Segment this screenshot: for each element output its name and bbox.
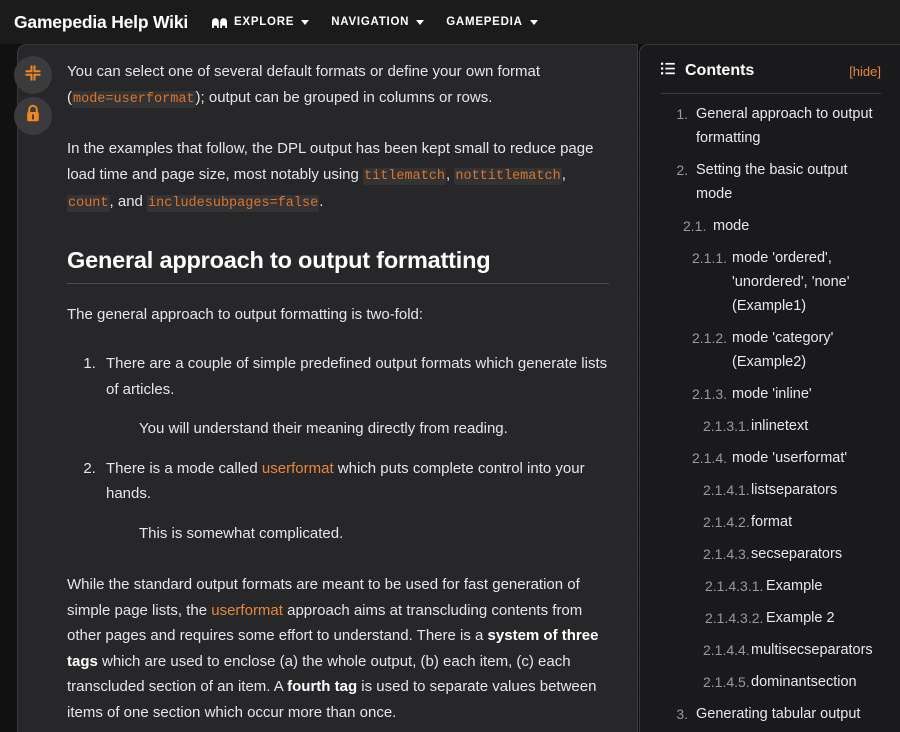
toc-item-number: 2.1.4.3. xyxy=(703,546,750,562)
paragraph-intro-2-text-d: , and xyxy=(109,193,148,210)
link-userformat-list[interactable]: userformat xyxy=(262,460,334,477)
article-body: You can select one of several default fo… xyxy=(18,59,637,732)
lock-icon xyxy=(24,104,42,129)
list-item-2-text-a: There is a mode called xyxy=(106,459,262,477)
toc-item-label: format xyxy=(751,514,793,530)
paragraph-intro-2-text-e: . xyxy=(319,193,324,210)
chevron-down-icon xyxy=(301,19,310,25)
toc-item-label: mode 'inline' xyxy=(732,386,812,402)
page-section-heading: General approach to output formatting xyxy=(67,247,609,284)
list-item-2-note: This is somewhat complicated. xyxy=(139,524,344,542)
chevron-down-icon xyxy=(416,19,425,25)
left-rail xyxy=(0,44,17,732)
toc-item[interactable]: 2. Setting the basic output mode xyxy=(661,158,886,206)
toc-item[interactable]: 2.1.4.1. listseparators xyxy=(661,478,886,502)
toc-item[interactable]: 2.1.3.1. inlinetext xyxy=(661,414,886,438)
gamepedia-arches-icon xyxy=(211,16,228,29)
toc-item-number: 2.1.3.1. xyxy=(703,418,750,434)
toc-item-label: General approach to output formatting xyxy=(696,106,873,146)
toc-item[interactable]: 2.1.4.2. format xyxy=(661,510,886,534)
toc-item-label: inlinetext xyxy=(751,418,809,434)
collapse-arrows-icon xyxy=(24,64,42,87)
toc-item-label: mode 'ordered', 'unordered', 'none' (Exa… xyxy=(732,250,850,314)
toc-item-number: 2.1.4.2. xyxy=(703,514,750,530)
toc-item[interactable]: 2.1. mode xyxy=(661,214,886,238)
toc-item-label: mode 'category' (Example2) xyxy=(732,330,834,370)
toc-item-label: Example 2 xyxy=(766,610,835,626)
toc-item-number: 2.1.4.3.2. xyxy=(705,610,764,626)
toc-item-label: mode xyxy=(713,218,750,234)
nav-item-gamepedia[interactable]: Gamepedia xyxy=(446,16,538,28)
toc-item[interactable]: 2.1.4.4. multisecseparators xyxy=(661,638,886,662)
toc-item[interactable]: 2.1.2. mode 'category' (Example2) xyxy=(661,326,886,374)
nav-item-navigation[interactable]: Navigation xyxy=(331,16,425,28)
wiki-title[interactable]: Gamepedia Help Wiki xyxy=(14,12,188,33)
toc-item-label: dominantsection xyxy=(751,674,857,690)
link-userformat-paragraph[interactable]: userformat xyxy=(211,602,283,619)
toc-item[interactable]: 3. Generating tabular output xyxy=(661,702,886,726)
toc-item-label: Example xyxy=(766,578,823,594)
code-titlematch: titlematch xyxy=(363,167,447,185)
collapse-sidebar-button[interactable] xyxy=(14,56,52,94)
toc-item-label: multisecseparators xyxy=(751,642,873,658)
list-item-1-text: There are a couple of simple predefined … xyxy=(106,355,608,398)
toc-item[interactable]: 2.1.4.3.1. Example xyxy=(661,574,886,598)
toc-header: Contents [hide] xyxy=(640,45,900,80)
toc-item-number: 2.1.3. xyxy=(692,386,728,402)
toc-item-number: 3. xyxy=(676,706,688,722)
toc-item[interactable]: 2.1.4.3.2. Example 2 xyxy=(661,606,886,630)
nav-item-explore[interactable]: Explore xyxy=(211,16,310,29)
page-root: Gamepedia Help Wiki Explore Navigation G… xyxy=(0,0,900,732)
paragraph-two-fold: The general approach to output formattin… xyxy=(67,305,424,323)
paragraph-intro-1: You can select one of several default fo… xyxy=(67,59,609,112)
approach-list: There are a couple of simple predefined … xyxy=(67,351,609,546)
code-nottitlematch: nottitlematch xyxy=(454,167,562,185)
chevron-down-icon xyxy=(529,19,538,25)
nav-item-navigation-label: Navigation xyxy=(331,16,410,28)
toc-hide-link[interactable]: [hide] xyxy=(849,64,881,79)
bullet-list-icon xyxy=(661,62,675,80)
toc-item[interactable]: 1. General approach to output formatting xyxy=(661,102,886,150)
top-navigation-bar: Gamepedia Help Wiki Explore Navigation G… xyxy=(0,0,900,44)
paragraph-intro-1-text-b: ); output can be grouped in columns or r… xyxy=(195,88,493,106)
toc-item-label: secseparators xyxy=(751,546,843,562)
toc-item-number: 2.1.4. xyxy=(692,450,728,466)
toc-item-number: 2.1. xyxy=(683,218,707,234)
toc-header-left: Contents xyxy=(661,62,754,80)
article-content-panel: You can select one of several default fo… xyxy=(17,44,638,732)
toc-item-label: Generating tabular output xyxy=(696,706,861,722)
toc-item[interactable]: 2.1.4.3. secseparators xyxy=(661,542,886,566)
toc-item[interactable]: 2.1.3. mode 'inline' xyxy=(661,382,886,406)
toc-item[interactable]: 2.1.4.5. dominantsection xyxy=(661,670,886,694)
list-item: There is a mode called userformat which … xyxy=(100,456,609,547)
code-includesubpages: includesubpages=false xyxy=(147,195,320,212)
toc-item[interactable]: 2.1.4. mode 'userformat' xyxy=(661,446,886,470)
toc-item-number: 1. xyxy=(676,106,688,122)
toc-item-label: mode 'userformat' xyxy=(732,450,848,466)
toc-item-label: listseparators xyxy=(751,482,838,498)
toc-item-number: 2.1.4.1. xyxy=(703,482,750,498)
toc-item-number: 2.1.2. xyxy=(692,330,728,346)
paragraph-intro-2-text-c: , xyxy=(561,165,566,183)
toc-title: Contents xyxy=(685,62,755,79)
toc-item-number: 2.1.1. xyxy=(692,250,728,266)
toc-item-number: 2.1.4.5. xyxy=(703,674,750,690)
toc-item[interactable]: 2.1.1. mode 'ordered', 'unordered', 'none… xyxy=(661,246,886,318)
table-of-contents-panel: Contents [hide] 1. General approach to ou… xyxy=(639,44,900,732)
toc-item-number: 2.1.4.4. xyxy=(703,642,750,658)
paragraph-userformat-explain: While the standard output formats are me… xyxy=(67,572,609,725)
bold-fourth-tag: fourth tag xyxy=(287,678,358,695)
lock-sidebar-button[interactable] xyxy=(14,97,52,135)
nav-item-explore-label: Explore xyxy=(234,16,295,28)
toc-item-number: 2.1.4.3.1. xyxy=(705,578,764,594)
list-item: There are a couple of simple predefined … xyxy=(100,351,609,442)
toc-list: 1. General approach to output formatting 2… xyxy=(640,94,900,732)
toc-item-number: 2. xyxy=(676,162,688,178)
toc-item-label: Setting the basic output mode xyxy=(696,162,848,202)
list-item-1-note: You will understand their meaning direct… xyxy=(139,420,508,437)
code-mode-userformat: mode=userformat xyxy=(72,90,196,108)
paragraph-intro-2: In the examples that follow, the DPL out… xyxy=(67,136,609,217)
nav-item-gamepedia-label: Gamepedia xyxy=(446,16,523,28)
code-count: count xyxy=(67,195,110,212)
